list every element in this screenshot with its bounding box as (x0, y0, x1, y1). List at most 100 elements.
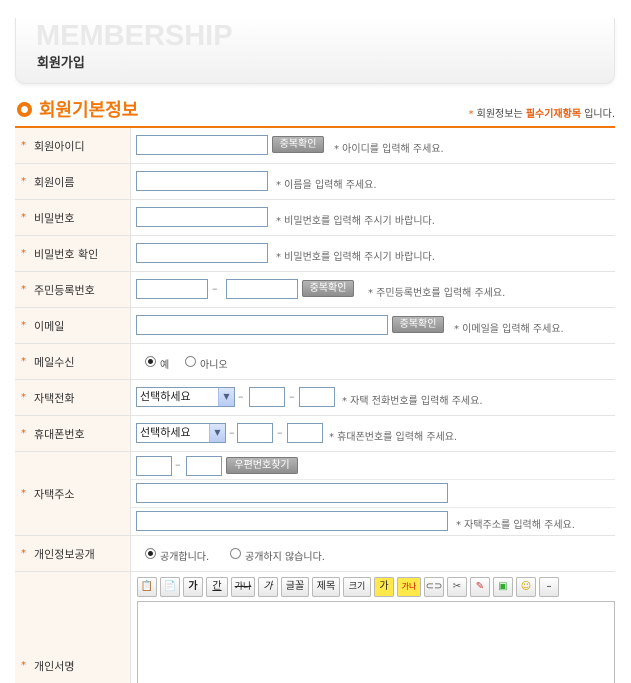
password-confirm-input[interactable] (136, 243, 268, 263)
mail-receive-yes-label: 예 (160, 360, 170, 371)
font-size-button[interactable]: 크기 (343, 577, 371, 597)
label-password-confirm: 비밀번호 확인 (34, 248, 99, 261)
label-resident-no: 주민등록번호 (34, 284, 95, 297)
italic-button[interactable]: 가 (258, 577, 278, 597)
check-email-button[interactable]: 중복확인 (392, 316, 444, 333)
required-note-pre: 회원정보는 (476, 109, 523, 120)
required-star: * (21, 248, 26, 259)
unlink-icon[interactable]: ✂ (447, 577, 467, 597)
home-phone-mid-input[interactable] (249, 387, 285, 407)
emoticon-icon[interactable]: ☺ (516, 577, 536, 597)
select-value: 선택하세요 (140, 426, 191, 439)
sub-divider (131, 507, 615, 508)
email-input[interactable] (136, 315, 388, 335)
address-line2-input[interactable] (136, 511, 448, 531)
required-star: * (21, 284, 26, 295)
horizontal-rule-button[interactable]: – (539, 577, 559, 597)
dash-separator: – (229, 426, 235, 439)
check-resident-no-button[interactable]: 중복확인 (302, 280, 354, 297)
paste-word-icon[interactable]: 📄 (160, 577, 180, 597)
zipcode-back-input[interactable] (186, 456, 222, 476)
row-password-confirm: * 비밀번호 확인 * 비밀번호를 입력해 주시기 바랍니다. (15, 236, 615, 272)
row-label: * 비밀번호 (15, 200, 131, 235)
required-note-emphasis: 필수기재항목 (525, 109, 582, 120)
row-label: * 메일수신 (15, 344, 131, 379)
chevron-down-icon[interactable]: ▼ (209, 424, 225, 442)
home-phone-area-select[interactable]: 선택하세요 ▼ (136, 387, 235, 407)
row-password: * 비밀번호 * 비밀번호를 입력해 주시기 바랍니다. (15, 200, 615, 236)
privacy-public-radio[interactable] (145, 548, 156, 559)
select-value: 선택하세요 (140, 390, 191, 403)
mobile-prefix-select[interactable]: 선택하세요 ▼ (136, 423, 226, 443)
row-address: * 자택주소 – 우편번호찾기 * 자택주소를 입력해 주세요. (15, 452, 615, 536)
required-star: * (21, 548, 26, 559)
user-id-input[interactable] (136, 135, 268, 155)
font-button[interactable]: 글꼴 (281, 577, 309, 597)
pen-icon[interactable]: ✎ (470, 577, 490, 597)
mail-receive-no-label: 아니오 (200, 360, 228, 371)
row-label: * 회원아이디 (15, 128, 131, 163)
editor-toolbar: 📋 📄 가 간 가나 가 글꼴 제목 크기 가 가나 ⊂⊃ ✂ ✎ ▣ ☺ – (137, 577, 615, 599)
dash-separator: – (175, 458, 181, 471)
row-home-phone: * 자택전화 선택하세요 ▼ – – * 자택 전화번호를 입력해 주세요. (15, 380, 615, 416)
required-star: * (21, 212, 26, 223)
password-confirm-hint: * 비밀번호를 입력해 주시기 바랍니다. (276, 252, 435, 263)
circle-bullet-icon (17, 102, 32, 117)
zipcode-front-input[interactable] (136, 456, 172, 476)
row-label: * 이메일 (15, 308, 131, 343)
mobile-last-input[interactable] (287, 423, 323, 443)
banner-english-title: MEMBERSHIP (36, 20, 233, 52)
check-id-button[interactable]: 중복확인 (272, 136, 324, 153)
mail-receive-yes-radio[interactable] (145, 356, 156, 367)
home-phone-hint: * 자택 전화번호를 입력해 주세요. (342, 396, 483, 407)
label-email: 이메일 (34, 320, 65, 333)
required-star: * (21, 176, 26, 187)
required-star: * (21, 428, 26, 439)
resident-no-back-input[interactable] (226, 279, 298, 299)
find-zipcode-button[interactable]: 우편번호찾기 (226, 457, 298, 474)
row-privacy: * 개인정보공개 공개합니다. 공개하지 않습니다. (15, 536, 615, 572)
address-line1-input[interactable] (136, 483, 448, 503)
underline-button[interactable]: 간 (206, 577, 228, 597)
image-icon[interactable]: ▣ (493, 577, 513, 597)
mobile-mid-input[interactable] (237, 423, 273, 443)
row-name: * 회원이름 * 이름을 입력해 주세요. (15, 164, 615, 200)
chevron-down-icon[interactable]: ▼ (218, 388, 234, 406)
label-home-phone: 자택전화 (34, 392, 75, 405)
dash-separator: – (238, 390, 244, 403)
row-signature: * 개인서명 📋 📄 가 간 가나 가 글꼴 제목 크기 가 가나 ⊂⊃ ✂ ✎… (15, 572, 615, 683)
signature-editor[interactable] (137, 601, 615, 683)
bg-color-button[interactable]: 가나 (397, 577, 421, 597)
row-label: * 휴대폰번호 (15, 416, 131, 451)
name-input[interactable] (136, 171, 268, 191)
resident-no-front-input[interactable] (136, 279, 208, 299)
privacy-private-label: 공개하지 않습니다. (245, 552, 325, 563)
home-phone-last-input[interactable] (299, 387, 335, 407)
section-title: 회원기본정보 (39, 100, 139, 121)
paste-icon[interactable]: 📋 (137, 577, 157, 597)
row-user-id: * 회원아이디 중복확인 * 아이디를 입력해 주세요. (15, 128, 615, 164)
required-star: * (21, 488, 26, 499)
heading-button[interactable]: 제목 (312, 577, 340, 597)
password-input[interactable] (136, 207, 268, 227)
membership-banner: MEMBERSHIP 회원가입 (15, 18, 615, 84)
bold-button[interactable]: 가 (183, 577, 203, 597)
row-label: * 비밀번호 확인 (15, 236, 131, 271)
resident-no-hint: * 주민등록번호를 입력해 주세요. (368, 288, 506, 299)
label-user-id: 회원아이디 (34, 140, 85, 153)
required-star: * (468, 109, 474, 120)
text-color-button[interactable]: 가 (374, 577, 394, 597)
row-label: * 개인서명 (15, 572, 131, 683)
user-id-hint: * 아이디를 입력해 주세요. (334, 144, 444, 155)
address-hint: * 자택주소를 입력해 주세요. (456, 520, 575, 531)
row-label: * 주민등록번호 (15, 272, 131, 307)
privacy-private-radio[interactable] (230, 548, 241, 559)
link-icon[interactable]: ⊂⊃ (424, 577, 444, 597)
row-mail-receive: * 메일수신 예 아니오 (15, 344, 615, 380)
label-mobile: 휴대폰번호 (34, 428, 85, 441)
mail-receive-no-radio[interactable] (185, 356, 196, 367)
dash-separator: – (212, 282, 218, 295)
row-email: * 이메일 중복확인 * 이메일을 입력해 주세요. (15, 308, 615, 344)
strikethrough-button[interactable]: 가나 (231, 577, 255, 597)
required-star: * (21, 140, 26, 151)
